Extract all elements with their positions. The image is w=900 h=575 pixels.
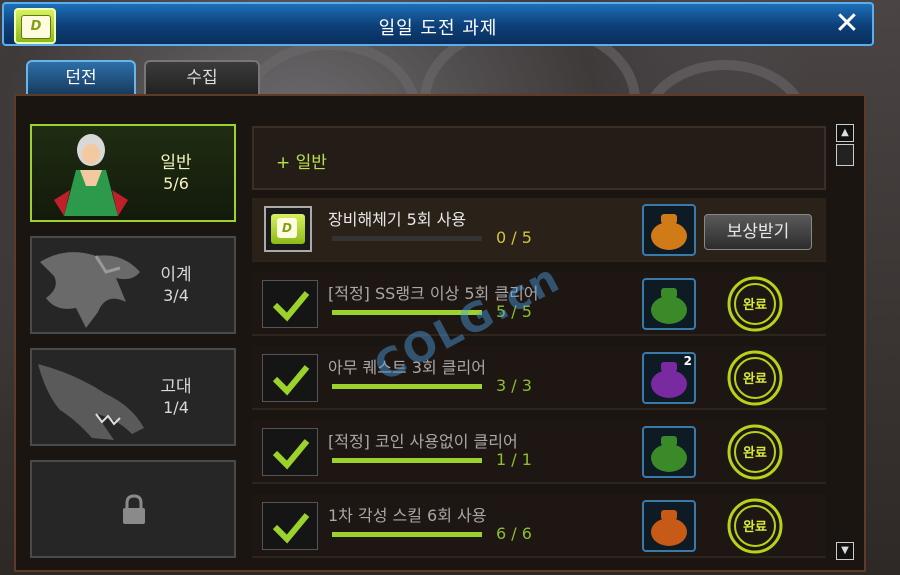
category-card-locked xyxy=(30,460,236,558)
task-row: [적정] 코인 사용없이 클리어 1 / 1 완료 xyxy=(252,420,826,484)
checkmark-icon xyxy=(262,502,318,550)
task-title: 1차 각성 스킬 6회 사용 xyxy=(328,506,487,525)
progress-text: 3 / 3 xyxy=(496,376,532,395)
tab-dungeon[interactable]: 던전 xyxy=(26,60,136,94)
task-row: 아무 퀘스트 3회 클리어 3 / 3 2 완료 xyxy=(252,346,826,410)
stamp-label: 완료 xyxy=(743,298,767,313)
scroll-up-icon[interactable]: ▲ xyxy=(836,124,854,142)
progress-fill xyxy=(332,532,482,537)
category-card-ancient[interactable]: 고대 1/4 xyxy=(30,348,236,446)
lock-icon xyxy=(123,494,145,524)
scroll-down-icon[interactable]: ▼ xyxy=(836,542,854,560)
tab-collection[interactable]: 수집 xyxy=(144,60,260,94)
completed-stamp-icon: 완료 xyxy=(727,276,783,332)
checkmark-icon xyxy=(262,280,318,328)
scrollbar-thumb[interactable] xyxy=(836,144,854,166)
reward-pouch-icon[interactable]: 2 xyxy=(642,352,696,404)
scroll-task-icon: D xyxy=(264,206,312,252)
category-count: 3/4 xyxy=(163,286,189,305)
progress-bar xyxy=(332,532,482,537)
progress-fill xyxy=(332,458,482,463)
list-section-header: + 일반 xyxy=(252,126,826,190)
task-title: 장비해체기 5회 사용 xyxy=(328,210,467,229)
character-portrait-icon xyxy=(54,134,128,216)
section-label: + 일반 xyxy=(276,153,327,173)
completed-stamp-icon: 완료 xyxy=(727,350,783,406)
category-count: 1/4 xyxy=(163,398,189,417)
progress-text: 6 / 6 xyxy=(496,524,532,543)
checkmark-icon xyxy=(262,428,318,476)
reward-pouch-icon[interactable] xyxy=(642,278,696,330)
reward-pouch-icon[interactable] xyxy=(642,426,696,478)
reward-pouch-icon[interactable] xyxy=(642,204,696,256)
category-name: 이계 xyxy=(160,265,192,285)
category-card-otherworld[interactable]: 이계 3/4 xyxy=(30,236,236,334)
progress-bar xyxy=(332,458,482,463)
skeletal-dragon-icon xyxy=(38,364,144,440)
window-title: 일일 도전 과제 xyxy=(378,18,498,39)
category-count: 5/6 xyxy=(163,174,189,193)
dragon-silhouette-icon xyxy=(40,252,140,328)
task-list-scrollbar[interactable]: ▲ ▼ xyxy=(836,124,856,560)
reward-quantity: 2 xyxy=(683,354,692,368)
stamp-label: 완료 xyxy=(743,520,767,535)
stamp-label: 완료 xyxy=(743,446,767,461)
category-name: 일반 xyxy=(160,153,192,173)
task-title: [적정] 코인 사용없이 클리어 xyxy=(328,432,518,451)
category-card-normal[interactable]: 일반 5/6 xyxy=(30,124,236,222)
claim-reward-button[interactable]: 보상받기 xyxy=(704,214,812,250)
task-row: 1차 각성 스킬 6회 사용 6 / 6 완료 xyxy=(252,494,826,558)
task-list: + 일반 D 장비해체기 5회 사용 0 / 5 보상받기 [적정] SS랭크 … xyxy=(252,126,826,566)
window-title-bar: D 일일 도전 과제 ✕ xyxy=(2,2,874,46)
progress-bar xyxy=(332,236,482,241)
progress-text: 1 / 1 xyxy=(496,450,532,469)
progress-fill xyxy=(332,384,482,389)
completed-stamp-icon: 완료 xyxy=(727,424,783,480)
category-name: 고대 xyxy=(160,377,192,397)
reward-pouch-icon[interactable] xyxy=(642,500,696,552)
close-icon[interactable]: ✕ xyxy=(830,8,864,42)
completed-stamp-icon: 완료 xyxy=(727,498,783,554)
task-row: D 장비해체기 5회 사용 0 / 5 보상받기 xyxy=(252,198,826,262)
checkmark-icon xyxy=(262,354,318,402)
stamp-label: 완료 xyxy=(743,372,767,387)
progress-bar xyxy=(332,384,482,389)
progress-text: 0 / 5 xyxy=(496,228,532,247)
